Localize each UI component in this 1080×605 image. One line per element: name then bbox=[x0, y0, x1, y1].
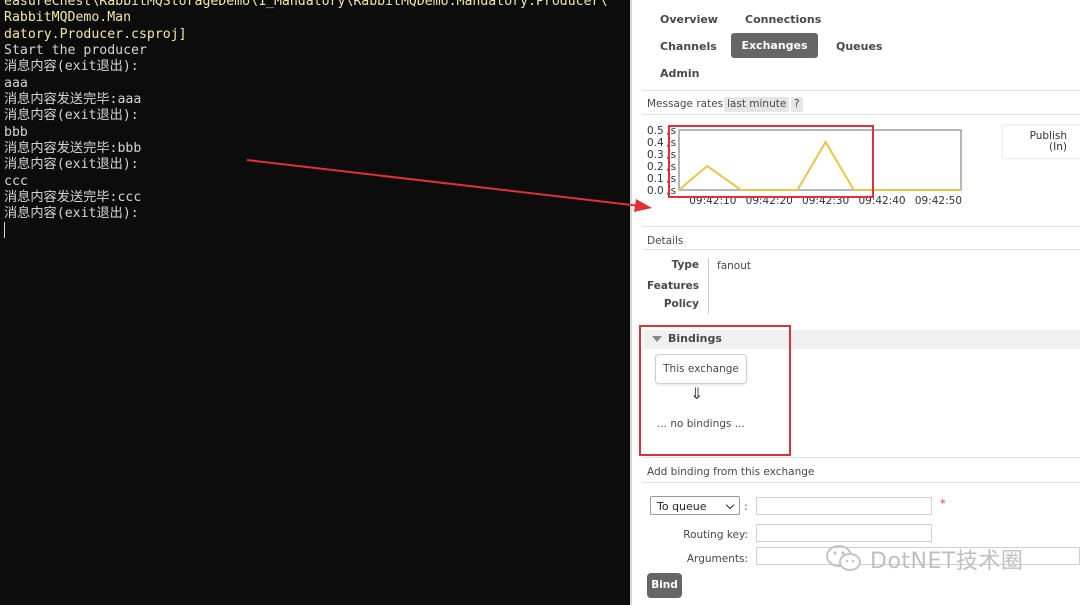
console-line: ccc bbox=[4, 173, 28, 189]
period-selector[interactable]: last minute bbox=[724, 97, 790, 112]
chevron-down-icon bbox=[725, 500, 735, 510]
bind-button[interactable]: Bind bbox=[647, 573, 682, 598]
routing-key-label: Routing key: bbox=[683, 529, 748, 541]
publish-rate-legend: Publish (In) bbox=[1002, 125, 1080, 159]
policy-key: Policy bbox=[663, 298, 699, 310]
divider bbox=[642, 114, 1080, 115]
tab-overview[interactable]: Overview bbox=[660, 13, 718, 26]
x-tick-label: 09:42:50 bbox=[915, 195, 962, 207]
console-line: Start the producer bbox=[4, 43, 147, 59]
console-line: 消息内容发送完毕:ccc bbox=[4, 190, 142, 206]
console-line: 消息内容发送完毕:aaa bbox=[4, 92, 142, 108]
console-line: aaa bbox=[4, 75, 28, 91]
publish-in-label: (In) bbox=[1049, 141, 1067, 153]
console-line: bbb bbox=[4, 124, 28, 140]
required-marker: * bbox=[940, 497, 946, 510]
watermark: DotNET技术圈 bbox=[824, 540, 1054, 576]
divider bbox=[642, 90, 1080, 91]
console-output: easureChest\RabbitMQStorageDemo\1_Mandat… bbox=[4, 0, 607, 223]
destination-name-input[interactable] bbox=[756, 497, 932, 515]
bindings-highlight-box bbox=[639, 325, 791, 456]
destination-colon: : bbox=[744, 500, 748, 513]
details-heading: Details bbox=[647, 235, 684, 247]
message-rates-label: Message rates bbox=[647, 98, 724, 110]
console-line: 消息内容发送完毕:bbb bbox=[4, 141, 142, 157]
watermark-text: DotNET技术圈 bbox=[870, 549, 1024, 574]
divider bbox=[642, 226, 1080, 227]
tab-exchanges[interactable]: Exchanges bbox=[731, 33, 818, 58]
management-panel: Overview Connections Channels Exchanges … bbox=[632, 0, 1080, 605]
wechat-icon bbox=[826, 545, 861, 571]
destination-type-value: To queue bbox=[657, 500, 707, 513]
details-divider bbox=[708, 258, 709, 314]
help-button[interactable]: ? bbox=[791, 97, 803, 112]
divider bbox=[642, 482, 1080, 483]
arguments-label: Arguments: bbox=[686, 553, 748, 565]
tab-channels[interactable]: Channels bbox=[660, 40, 717, 53]
tab-queues[interactable]: Queues bbox=[836, 40, 882, 53]
console-path-line: RabbitMQDemo.Man bbox=[4, 10, 132, 26]
destination-type-select[interactable]: To queue bbox=[650, 496, 740, 515]
console-path-line: easureChest\RabbitMQStorageDemo\1_Mandat… bbox=[4, 0, 608, 9]
console-line: 消息内容(exit退出): bbox=[4, 108, 139, 124]
console-line: 消息内容(exit退出): bbox=[4, 59, 139, 75]
console-window: easureChest\RabbitMQStorageDemo\1_Mandat… bbox=[0, 0, 630, 605]
console-cursor[interactable] bbox=[4, 222, 5, 238]
divider bbox=[642, 457, 1080, 458]
divider bbox=[642, 249, 1080, 250]
add-binding-heading: Add binding from this exchange bbox=[647, 466, 815, 478]
type-value: fanout bbox=[717, 260, 751, 272]
tab-connections[interactable]: Connections bbox=[745, 13, 821, 26]
tab-admin[interactable]: Admin bbox=[660, 67, 699, 80]
features-key: Features bbox=[647, 280, 699, 292]
console-line: 消息内容(exit退出): bbox=[4, 206, 139, 222]
console-line: 消息内容(exit退出): bbox=[4, 157, 139, 173]
chart-highlight-box bbox=[668, 125, 874, 198]
type-key: Type bbox=[671, 259, 699, 271]
console-path-line: datory.Producer.csproj] bbox=[4, 26, 187, 42]
